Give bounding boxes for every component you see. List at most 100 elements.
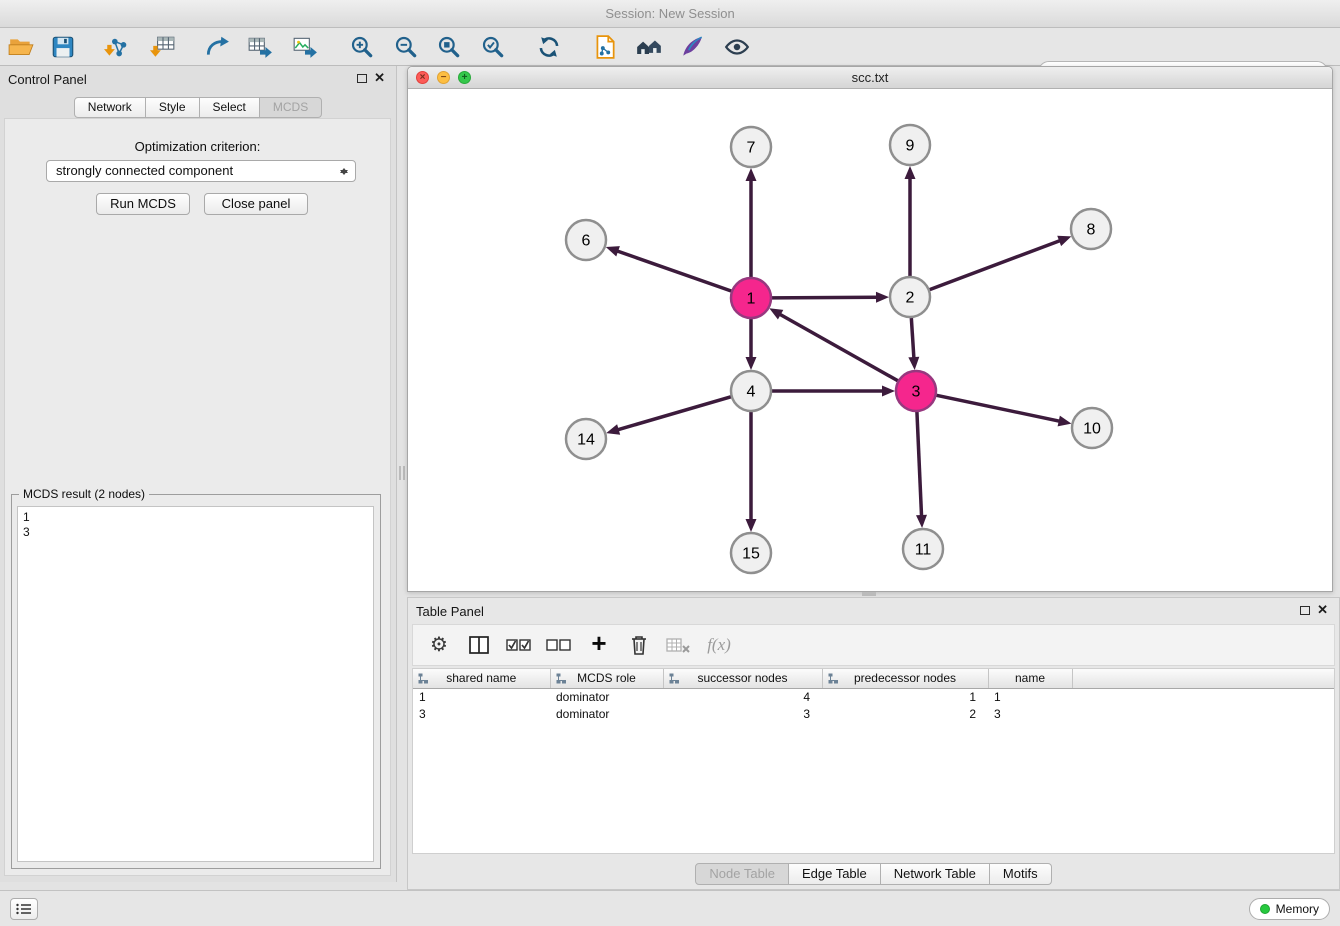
tab-network[interactable]: Network <box>74 97 146 118</box>
cell-shared-name[interactable]: 1 <box>413 688 550 705</box>
zoom-fit-icon <box>436 34 462 60</box>
column-header-successor-nodes[interactable]: successor nodes <box>663 669 822 688</box>
tab-motifs[interactable]: Motifs <box>990 863 1052 885</box>
show-graphics-details-button[interactable] <box>720 31 754 63</box>
network-document-button[interactable] <box>588 31 622 63</box>
open-file-button[interactable] <box>4 31 38 63</box>
import-table-button[interactable] <box>146 31 180 63</box>
zoom-out-button[interactable] <box>389 31 423 63</box>
network-graph-svg[interactable]: 7968124314101511 <box>408 89 1332 591</box>
cell-successor-nodes[interactable]: 4 <box>663 688 822 705</box>
memory-button[interactable]: Memory <box>1249 898 1330 920</box>
export-image-icon <box>292 34 318 60</box>
dropdown-stepper-icon <box>340 164 349 179</box>
graph-edge[interactable] <box>779 314 898 381</box>
column-header-shared-name[interactable]: shared name <box>413 669 550 688</box>
vertical-splitter[interactable] <box>399 466 405 480</box>
close-table-panel-icon[interactable] <box>1317 602 1328 618</box>
close-panel-icon[interactable] <box>374 70 385 86</box>
graph-node-label: 14 <box>577 432 595 449</box>
optimization-criterion-label: Optimization criterion: <box>5 139 390 154</box>
control-panel: Control Panel Network Style Select MCDS … <box>0 66 397 882</box>
main-toolbar <box>0 28 1340 66</box>
graph-node-label: 10 <box>1083 421 1101 438</box>
tab-node-table[interactable]: Node Table <box>695 863 789 885</box>
export-network-icon <box>204 34 230 60</box>
tab-select[interactable]: Select <box>200 97 260 118</box>
select-all-button[interactable] <box>506 632 532 658</box>
graph-edge[interactable] <box>917 412 922 517</box>
float-panel-icon[interactable] <box>357 74 367 83</box>
zoom-fit-button[interactable] <box>432 31 466 63</box>
network-window-titlebar[interactable]: scc.txt <box>408 67 1332 89</box>
cell-successor-nodes[interactable]: 3 <box>663 705 822 722</box>
mcds-result-text[interactable]: 1 3 <box>17 506 374 862</box>
edge-arrowhead-icon <box>908 357 919 370</box>
cell-mcds-role[interactable]: dominator <box>550 705 663 722</box>
apply-layout-button[interactable] <box>532 31 566 63</box>
function-builder-button[interactable]: f(x) <box>706 632 732 658</box>
close-panel-button[interactable]: Close panel <box>204 193 308 215</box>
zoom-selected-button[interactable] <box>476 31 510 63</box>
tab-edge-table[interactable]: Edge Table <box>789 863 881 885</box>
column-header-predecessor-nodes[interactable]: predecessor nodes <box>822 669 988 688</box>
graph-node-label: 4 <box>747 384 756 401</box>
delete-table-button[interactable] <box>666 632 692 658</box>
run-mcds-button[interactable]: Run MCDS <box>96 193 190 215</box>
cell-mcds-role[interactable]: dominator <box>550 688 663 705</box>
graph-edge[interactable] <box>937 395 1061 421</box>
nested-networks-button[interactable] <box>632 31 666 63</box>
graph-edge[interactable] <box>617 397 731 430</box>
delete-table-icon <box>666 636 692 654</box>
export-image-button[interactable] <box>288 31 322 63</box>
import-network-button[interactable] <box>100 31 134 63</box>
cell-name[interactable]: 1 <box>988 688 1072 705</box>
float-table-panel-icon[interactable] <box>1300 606 1310 615</box>
table-row[interactable]: 3 dominator 3 2 3 <box>413 705 1334 722</box>
task-history-button[interactable] <box>10 898 38 920</box>
tab-style[interactable]: Style <box>146 97 200 118</box>
network-window-title: scc.txt <box>852 70 889 85</box>
zoom-out-icon <box>393 34 419 60</box>
column-settings-button[interactable] <box>426 632 452 658</box>
save-floppy-icon <box>50 34 76 60</box>
cell-name[interactable]: 3 <box>988 705 1072 722</box>
zoom-selected-icon <box>480 34 506 60</box>
close-window-icon[interactable] <box>416 71 429 84</box>
graph-edge[interactable] <box>911 318 914 359</box>
graph-edge[interactable] <box>772 297 878 298</box>
refresh-arrows-icon <box>536 34 562 60</box>
cell-shared-name[interactable]: 3 <box>413 705 550 722</box>
apply-style-button[interactable] <box>675 31 709 63</box>
graph-edge[interactable] <box>616 251 731 291</box>
save-session-button[interactable] <box>46 31 80 63</box>
graph-node-label: 3 <box>912 384 921 401</box>
add-row-button[interactable] <box>586 632 612 658</box>
zoom-in-button[interactable] <box>345 31 379 63</box>
minimize-window-icon[interactable] <box>437 71 450 84</box>
column-edit-icon <box>669 673 680 684</box>
graph-edge[interactable] <box>930 240 1061 289</box>
cell-predecessor-nodes[interactable]: 1 <box>822 688 988 705</box>
cell-predecessor-nodes[interactable]: 2 <box>822 705 988 722</box>
column-header-name[interactable]: name <box>988 669 1072 688</box>
split-view-button[interactable] <box>466 632 492 658</box>
open-folder-icon <box>8 34 34 60</box>
tab-network-table[interactable]: Network Table <box>881 863 990 885</box>
criterion-dropdown[interactable]: strongly connected component <box>46 160 356 182</box>
export-network-button[interactable] <box>200 31 234 63</box>
export-table-button[interactable] <box>243 31 277 63</box>
style-brush-icon <box>679 34 705 60</box>
table-row[interactable]: 1 dominator 4 1 1 <box>413 688 1334 705</box>
tab-mcds[interactable]: MCDS <box>260 97 322 118</box>
delete-row-button[interactable] <box>626 632 652 658</box>
column-header-filler <box>1072 669 1334 688</box>
empty-boxes-icon <box>546 636 572 654</box>
column-header-mcds-role[interactable]: MCDS role <box>550 669 663 688</box>
zoom-window-icon[interactable] <box>458 71 471 84</box>
horizontal-splitter[interactable] <box>862 592 876 596</box>
eye-icon <box>724 34 750 60</box>
deselect-all-button[interactable] <box>546 632 572 658</box>
window-titlebar[interactable]: Session: New Session <box>0 0 1340 28</box>
trash-icon <box>629 634 649 656</box>
